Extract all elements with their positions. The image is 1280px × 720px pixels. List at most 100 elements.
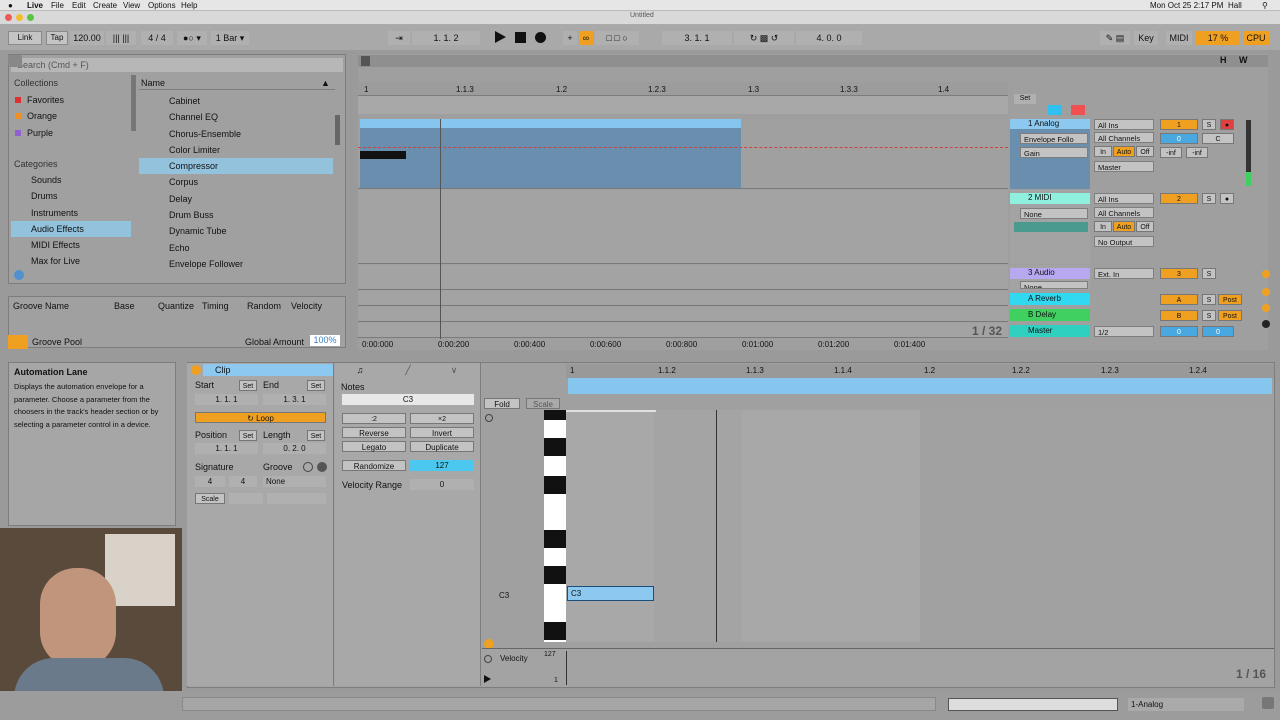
piano-roll-keys[interactable] [544,410,566,642]
signature-numerator[interactable]: 4 [195,476,225,487]
set-button[interactable]: Set [1014,94,1036,104]
pitch-field[interactable]: C3 [342,394,474,405]
output-chooser[interactable]: No Output [1094,236,1154,247]
list-item[interactable]: Cabinet [139,93,333,109]
tempo-field[interactable]: 120.00 [70,31,104,45]
editor-ruler[interactable]: 1 1.1.2 1.1.3 1.1.4 1.2 1.2.2 1.2.3 1.2.… [566,364,1274,378]
solo-button[interactable]: S [1202,268,1216,279]
note-grid[interactable] [566,410,1274,642]
length-field[interactable]: 0. 2. 0 [263,443,326,454]
monitor-in-button[interactable]: In [1094,221,1112,232]
loop-start-field[interactable]: 3. 1. 1 [662,31,732,45]
play-preview-icon[interactable] [484,675,491,683]
list-item-selected[interactable]: Compressor [139,158,333,175]
double-tempo-button[interactable]: ×2 [410,413,474,424]
user-name[interactable]: Hall [1228,1,1242,10]
track-name-master[interactable]: Master [1010,325,1090,337]
preview-icon[interactable] [485,414,493,422]
start-field[interactable]: 1. 1. 1 [195,394,258,405]
randomize-button[interactable]: Randomize [342,460,406,471]
clip-body[interactable] [360,128,741,188]
list-item[interactable]: Chorus-Ensemble [139,126,333,142]
overdub-button[interactable]: + [563,31,577,45]
menu-help[interactable]: Help [181,1,197,10]
master-pan-field[interactable]: 0 [1202,326,1234,337]
track-header-midi[interactable]: 2 MIDI None [1010,190,1090,264]
nudge-buttons[interactable]: ||| ||| [106,31,136,45]
black-key[interactable] [544,622,566,640]
fold-button[interactable]: Fold [484,398,520,409]
h-button[interactable]: H [1220,55,1227,65]
loop-bar[interactable] [568,378,1272,394]
category-max-for-live[interactable]: Max for Live [11,253,131,269]
sends-toggle-icon[interactable] [1262,288,1270,296]
velocity-marker[interactable] [566,651,567,685]
list-item[interactable]: Envelope Follower [139,256,333,272]
black-key[interactable] [544,438,566,456]
follow-button[interactable]: ⇥ [388,31,410,45]
post-button[interactable]: Post [1218,294,1242,305]
browser-scrollbar[interactable] [335,115,340,145]
solo-button[interactable]: S [1202,310,1216,321]
category-midi-effects[interactable]: MIDI Effects [11,237,131,253]
legato-button[interactable]: Legato [342,441,406,452]
category-audio-effects[interactable]: Audio Effects [11,220,131,238]
category-instruments[interactable]: Instruments [11,205,131,221]
track-lane-master[interactable] [358,323,1008,338]
black-key[interactable] [544,476,566,494]
master-volume-field[interactable]: 0 [1160,326,1198,337]
track-name-delay[interactable]: B Delay [1010,309,1090,321]
solo-button[interactable]: S [1202,193,1216,204]
menu-create[interactable]: Create [93,1,117,10]
loop-brace-area[interactable] [358,96,1008,114]
clip-activator-icon[interactable] [191,365,201,375]
black-key[interactable] [544,410,566,420]
parameter-chooser[interactable]: Gain [1020,147,1088,158]
name-column-header[interactable]: Name ▲ [139,76,335,90]
key-map-button[interactable]: Key [1134,31,1158,45]
quantization-select[interactable]: 1 Bar ▾ [211,31,249,45]
record-icon[interactable] [535,32,546,43]
loop-toggle-buttons[interactable]: ↻ ▩ ↺ [734,31,794,45]
draw-automation-icon[interactable] [1048,105,1062,115]
notes-tab-icon[interactable]: ♫ [335,365,385,375]
metronome-button[interactable]: ●○ ▾ [177,31,207,45]
list-item[interactable]: Channel EQ [139,109,333,125]
groove-chooser[interactable]: None [263,476,326,487]
groove-pool-toggle-icon[interactable] [8,335,28,349]
time-ruler[interactable]: 0:00:000 0:00:200 0:00:400 0:00:600 0:00… [358,339,1008,350]
envelopes-tab-icon[interactable]: ╱ [385,365,431,375]
menu-options[interactable]: Options [148,1,176,10]
mixer-toggle-icon[interactable] [1262,320,1270,328]
browser-add-icon[interactable] [14,270,24,280]
scale-button[interactable]: Scale [195,493,225,504]
arm-button[interactable]: ● [1220,193,1234,204]
volume-field[interactable]: 0 [1160,133,1198,144]
overview-handle[interactable] [361,56,370,66]
midi-map-button[interactable]: MIDI [1166,31,1192,45]
duplicate-button[interactable]: Duplicate [410,441,474,452]
output-chooser[interactable]: Master [1094,161,1154,172]
input-type-chooser[interactable]: All Ins [1094,119,1154,130]
track-activator-2[interactable]: 2 [1160,193,1198,204]
zoom-window-button[interactable] [27,14,34,21]
track-name-midi[interactable]: 2 MIDI [1010,193,1090,204]
track-lane-audio[interactable] [358,265,1008,290]
commit-groove-icon[interactable] [317,462,327,472]
device-chooser[interactable]: Envelope Follo [1020,133,1088,144]
apple-icon[interactable]: ● [8,1,13,10]
solo-button[interactable]: S [1202,294,1216,305]
beat-ruler[interactable]: 1 1.1.3 1.2 1.2.3 1.3 1.3.3 1.4 [358,82,1008,96]
scale-root-chooser[interactable] [229,493,263,504]
automation-arm-button[interactable]: ∞ [579,31,593,45]
automation-line[interactable] [358,147,1008,148]
groove-hot-swap-icon[interactable] [303,462,313,472]
reverse-button[interactable]: Reverse [342,427,406,438]
track-activator-3[interactable]: 3 [1160,268,1198,279]
velocity-lane[interactable]: Velocity 127 1 [482,648,1274,685]
track-lane-midi[interactable] [358,190,1008,264]
device-chooser[interactable]: None [1020,208,1088,219]
start-set-button[interactable]: Set [239,380,257,391]
track-activator-1[interactable]: 1 [1160,119,1198,130]
half-tempo-button[interactable]: :2 [342,413,406,424]
